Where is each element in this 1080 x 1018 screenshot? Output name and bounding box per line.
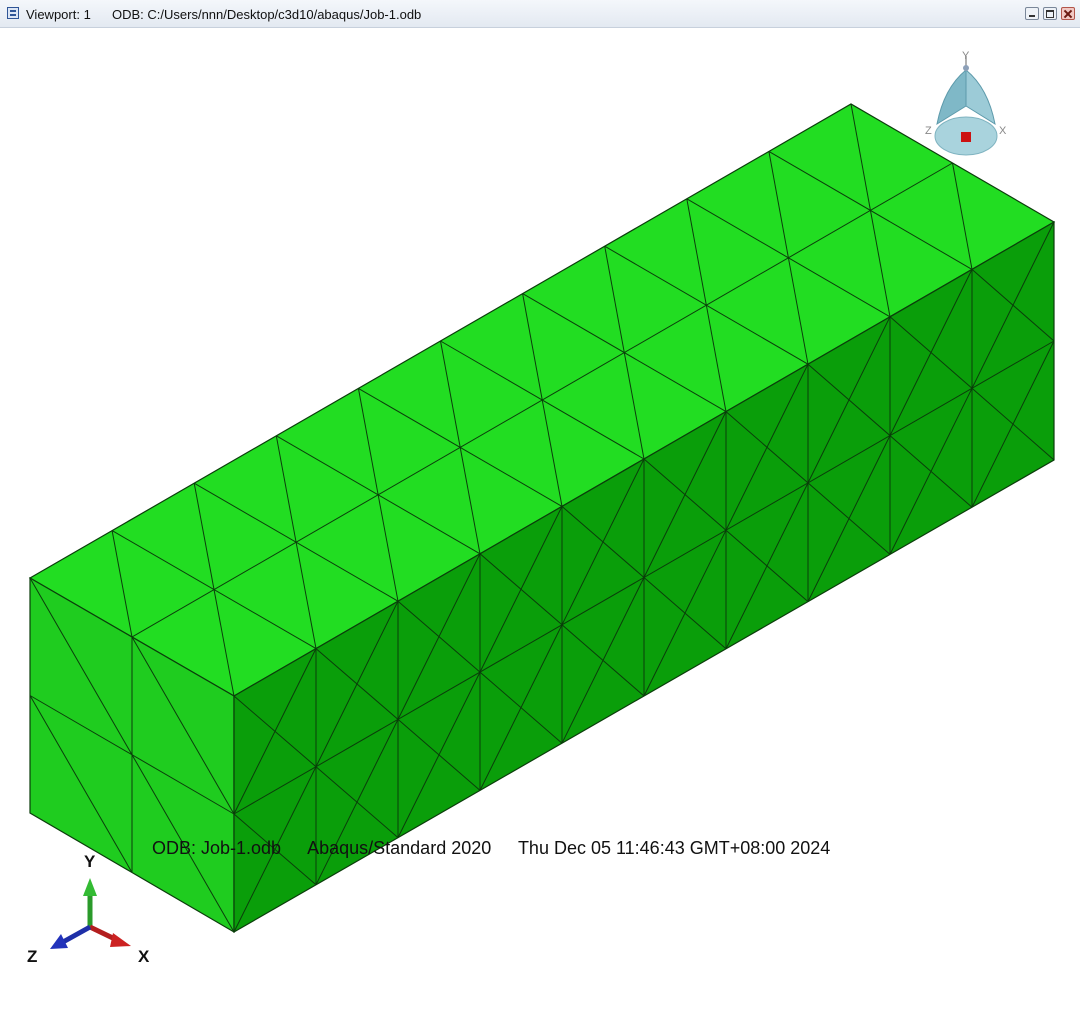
view-cube-icon[interactable]: Y Z X	[925, 50, 1007, 156]
triad-y-label: Y	[84, 852, 96, 871]
close-icon[interactable]	[1061, 7, 1075, 20]
triad-z-label: Z	[27, 947, 37, 966]
info-odb: ODB: Job-1.odb	[152, 838, 282, 858]
restore-icon[interactable]	[1043, 7, 1057, 20]
viewport-title-bar[interactable]: Viewport: 1 ODB: C:/Users/nnn/Desktop/c3…	[0, 0, 1080, 28]
mesh-model	[28, 103, 1056, 934]
viewport-info-text: ODB: Job-1.odb Abaqus/Standard 2020 Thu …	[152, 838, 852, 859]
triad-x-label: X	[138, 947, 150, 966]
viewport-canvas[interactable]: Y Z X Y Z X ODB: Job-1.odb Abaqus/Standa…	[0, 28, 1080, 1018]
odb-path-title: ODB: C:/Users/nnn/Desktop/c3d10/abaqus/J…	[112, 7, 422, 22]
info-solver: Abaqus/Standard 2020	[307, 838, 492, 858]
viewport-window-icon[interactable]	[7, 7, 19, 19]
info-timestamp: Thu Dec 05 11:46:43 GMT+08:00 2024	[517, 838, 831, 858]
view-cube-z-label: Z	[925, 125, 932, 137]
view-cube-y-label: Y	[962, 50, 970, 62]
view-cube-x-label: X	[999, 125, 1007, 137]
minimize-icon[interactable]	[1025, 7, 1039, 20]
viewport-label: Viewport: 1	[26, 7, 91, 22]
